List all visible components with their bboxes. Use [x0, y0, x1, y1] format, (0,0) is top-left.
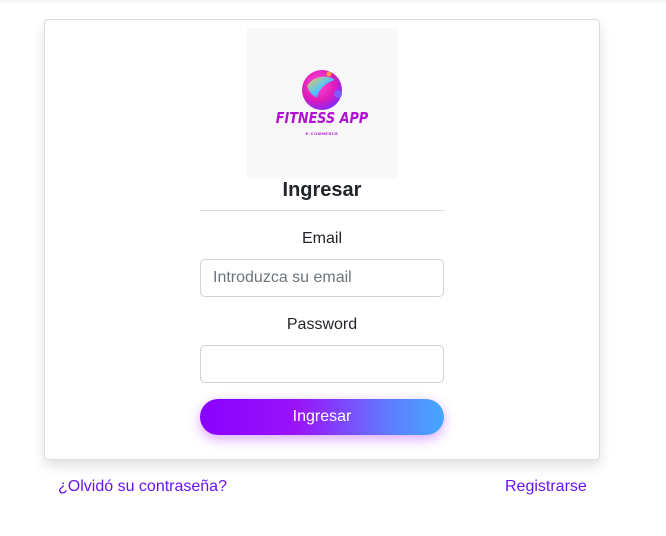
- email-label: Email: [301, 230, 342, 247]
- logo-ball-icon: [302, 70, 342, 110]
- logo-title: FITNESS APP: [275, 109, 369, 127]
- password-label: Password: [286, 316, 358, 333]
- login-button[interactable]: Ingresar: [200, 399, 444, 435]
- forgot-password-link[interactable]: ¿Olvidó su contraseña?: [58, 478, 227, 496]
- email-field[interactable]: [200, 259, 444, 297]
- logo-subtitle: E-COMMERCE: [305, 131, 339, 136]
- title-divider: [200, 210, 444, 211]
- form-title: Ingresar: [282, 179, 362, 201]
- fitness-app-logo: FITNESS APP E-COMMERCE: [247, 28, 397, 178]
- password-field[interactable]: [200, 345, 444, 383]
- login-card: FITNESS APP E-COMMERCE Ingresar Email Pa…: [44, 19, 600, 460]
- top-bar-shadow: [0, 0, 666, 4]
- register-link[interactable]: Registrarse: [505, 478, 587, 496]
